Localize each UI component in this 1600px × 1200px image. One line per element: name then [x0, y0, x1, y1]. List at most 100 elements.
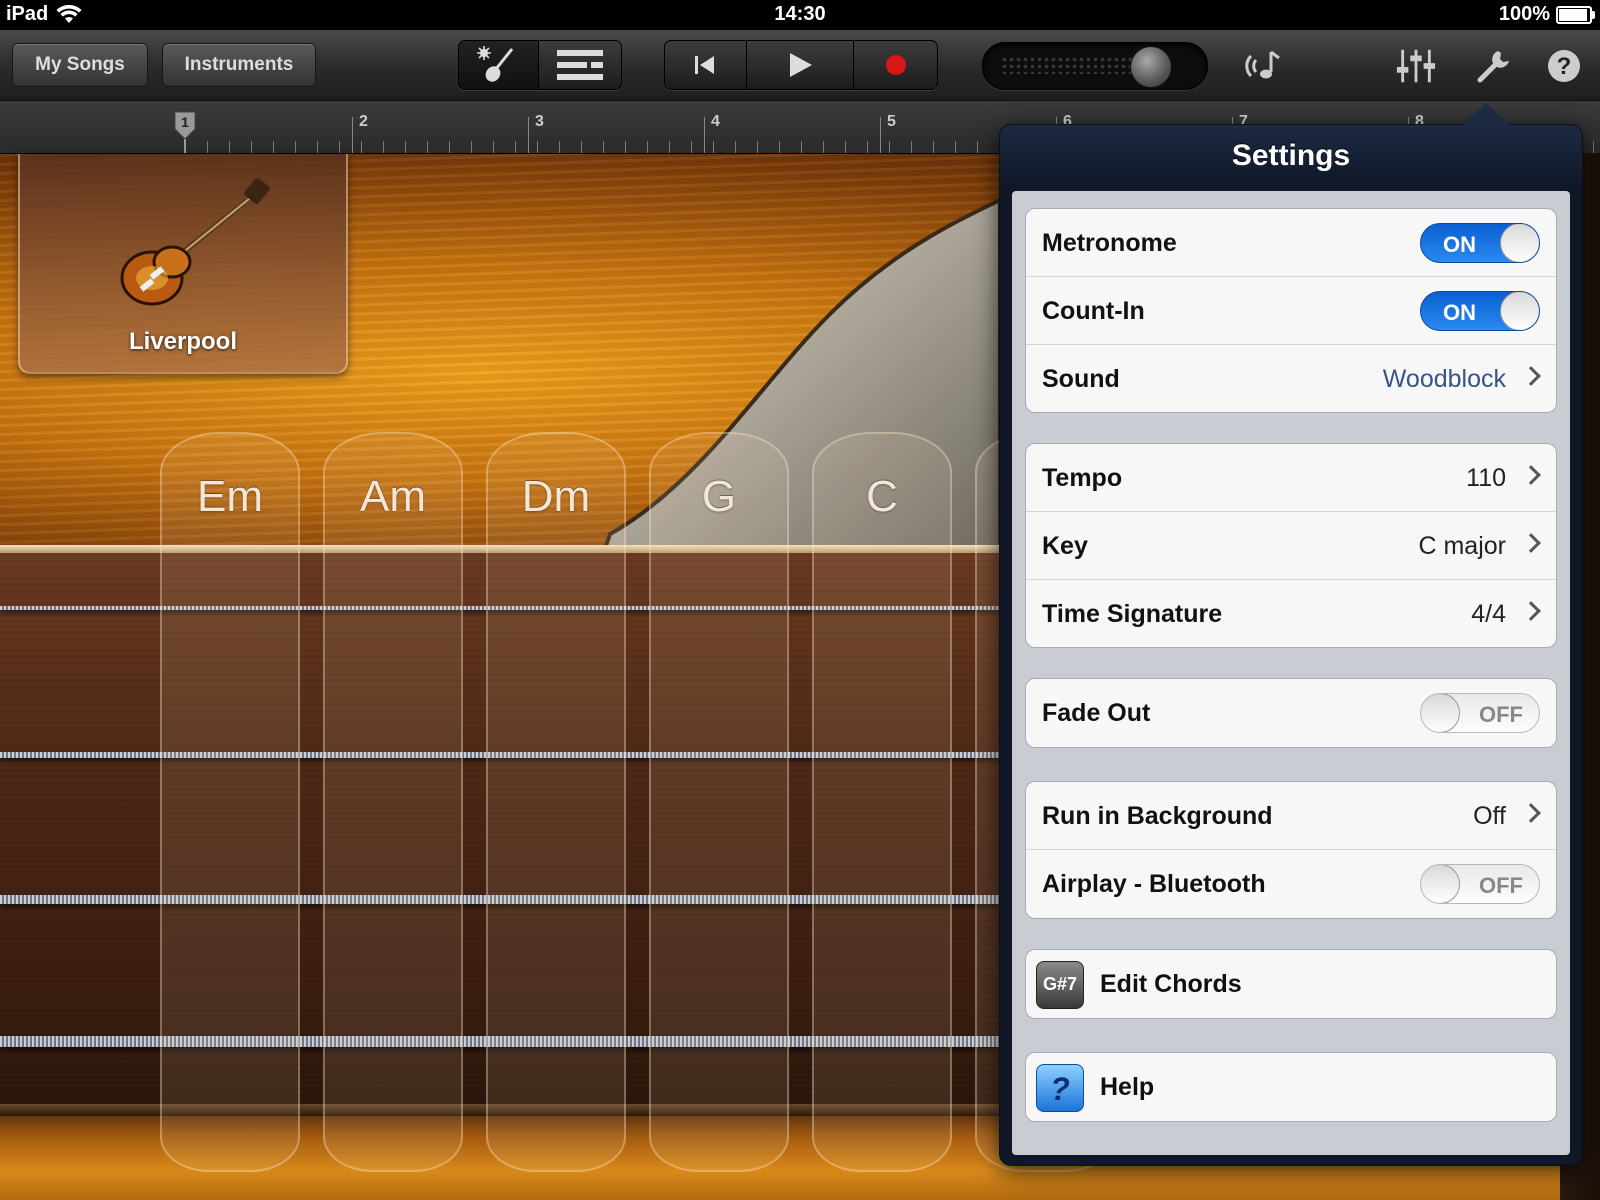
play-icon — [790, 53, 812, 77]
toggle-text: OFF — [1479, 873, 1523, 898]
help-button[interactable]: ? — [1544, 48, 1584, 84]
edit-chords-group: G#7 Edit Chords — [1025, 949, 1557, 1019]
help-icon-text: ? — [1050, 1071, 1070, 1107]
settings-wrench-icon — [1477, 51, 1509, 83]
help-group: ? Help — [1025, 1052, 1557, 1122]
chord-strip-am[interactable]: Am — [323, 432, 463, 1172]
instrument-name: Liverpool — [128, 328, 237, 355]
rewind-button[interactable] — [665, 41, 747, 89]
loop-icon — [1245, 50, 1280, 79]
chevron-right-icon — [1521, 803, 1541, 823]
transport-controls — [664, 40, 938, 90]
time-signature-value: 4/4 — [1471, 600, 1506, 628]
chord-strip-g[interactable]: G — [649, 432, 789, 1172]
settings-popover: Settings Metronome ON Count-In ON Sound … — [999, 103, 1583, 1166]
ruler-major-tick — [880, 117, 881, 153]
play-button[interactable] — [746, 41, 855, 89]
chord-icon: G#7 — [1036, 961, 1084, 1009]
svg-text:?: ? — [1557, 53, 1572, 80]
tracks-view-icon — [556, 50, 603, 80]
battery-percent: 100% — [1498, 3, 1550, 25]
volume-track — [1001, 56, 1151, 74]
help-row[interactable]: ? Help — [1026, 1053, 1556, 1121]
metronome-label: Metronome — [1042, 229, 1177, 257]
toggle-text: ON — [1443, 232, 1476, 257]
time-signature-label: Time Signature — [1042, 600, 1223, 628]
fade-out-group: Fade Out OFF — [1025, 678, 1557, 748]
time-signature-row[interactable]: Time Signature 4/4 — [1026, 580, 1556, 647]
ruler-major-tick — [352, 117, 353, 153]
run-in-background-label: Run in Background — [1042, 802, 1273, 830]
record-icon — [885, 55, 906, 75]
chord-icon-text: G#7 — [1042, 974, 1078, 994]
volume-knob[interactable] — [1130, 46, 1173, 88]
settings-button[interactable] — [1474, 48, 1514, 84]
view-switcher — [458, 40, 622, 90]
mixer-icon — [1396, 49, 1436, 83]
sound-label: Sound — [1042, 365, 1120, 393]
count-in-row: Count-In ON — [1026, 277, 1556, 345]
run-in-background-value: Off — [1473, 802, 1506, 830]
airplay-bluetooth-toggle[interactable]: OFF — [1420, 864, 1540, 904]
record-button[interactable] — [854, 41, 937, 89]
tracks-view-button[interactable] — [538, 41, 621, 89]
playhead[interactable]: 1 — [174, 111, 196, 153]
chord-strip-em[interactable]: Em — [160, 432, 300, 1172]
metronome-toggle[interactable]: ON — [1420, 223, 1540, 263]
key-row[interactable]: Key C major — [1026, 512, 1556, 580]
chord-label: Am — [360, 472, 426, 521]
settings-title: Settings — [1231, 139, 1351, 172]
help-book-icon: ? — [1036, 1064, 1084, 1112]
metronome-group: Metronome ON Count-In ON Sound Woodblock — [1025, 208, 1557, 413]
ruler-mark-2: 2 — [359, 113, 368, 130]
help-icon: ? — [1548, 50, 1580, 82]
playhead-label: 1 — [181, 114, 189, 130]
edit-chords-label: Edit Chords — [1100, 970, 1242, 998]
run-in-background-row[interactable]: Run in Background Off — [1026, 782, 1556, 850]
mixer-button[interactable] — [1396, 48, 1436, 84]
chevron-right-icon — [1521, 601, 1541, 621]
help-label: Help — [1100, 1073, 1155, 1101]
sound-value: Woodblock — [1382, 365, 1506, 393]
count-in-toggle[interactable]: ON — [1420, 291, 1540, 331]
my-songs-button[interactable]: My Songs — [12, 43, 148, 87]
instrument-selector[interactable]: Liverpool — [18, 154, 348, 374]
count-in-label: Count-In — [1042, 297, 1145, 325]
background-group: Run in Background Off Airplay - Bluetoot… — [1025, 781, 1557, 919]
tempo-row[interactable]: Tempo 110 — [1026, 444, 1556, 512]
popover-arrow — [1460, 103, 1512, 127]
chord-strip-dm[interactable]: Dm — [486, 432, 626, 1172]
toggle-text: OFF — [1479, 702, 1523, 727]
instrument-view-button[interactable] — [459, 41, 539, 89]
ruler-mark-4: 4 — [711, 113, 720, 130]
battery-icon — [1556, 5, 1595, 24]
tempo-label: Tempo — [1042, 464, 1123, 492]
chord-label: Dm — [521, 472, 591, 521]
chord-label: C — [866, 472, 898, 521]
chord-label: Em — [197, 472, 263, 521]
chevron-right-icon — [1521, 465, 1541, 485]
ruler-mark-3: 3 — [535, 113, 544, 130]
chord-label: G — [701, 472, 737, 521]
instruments-button[interactable]: Instruments — [162, 43, 316, 87]
fade-out-toggle[interactable]: OFF — [1420, 693, 1540, 733]
airplay-bluetooth-row: Airplay - Bluetooth OFF — [1026, 850, 1556, 918]
sound-row[interactable]: Sound Woodblock — [1026, 345, 1556, 412]
song-settings-group: Tempo 110 Key C major Time Signature 4/4 — [1025, 443, 1557, 648]
bass-guitar-icon — [120, 178, 270, 306]
key-label: Key — [1042, 532, 1088, 560]
tempo-value: 110 — [1466, 464, 1506, 492]
clock: 14:30 — [774, 3, 826, 25]
chevron-right-icon — [1521, 533, 1541, 553]
ruler-mark-5: 5 — [887, 113, 896, 130]
fade-out-row: Fade Out OFF — [1026, 679, 1556, 747]
airplay-bluetooth-label: Airplay - Bluetooth — [1042, 870, 1266, 898]
guitar-chords-icon — [477, 46, 514, 82]
chord-strip-c[interactable]: C — [812, 432, 952, 1172]
fade-out-label: Fade Out — [1042, 699, 1151, 727]
loop-button[interactable] — [1244, 48, 1284, 84]
edit-chords-row[interactable]: G#7 Edit Chords — [1026, 950, 1556, 1018]
master-volume-slider[interactable] — [982, 42, 1208, 90]
settings-list: Metronome ON Count-In ON Sound Woodblock… — [1012, 191, 1570, 1155]
toggle-text: ON — [1443, 300, 1476, 325]
